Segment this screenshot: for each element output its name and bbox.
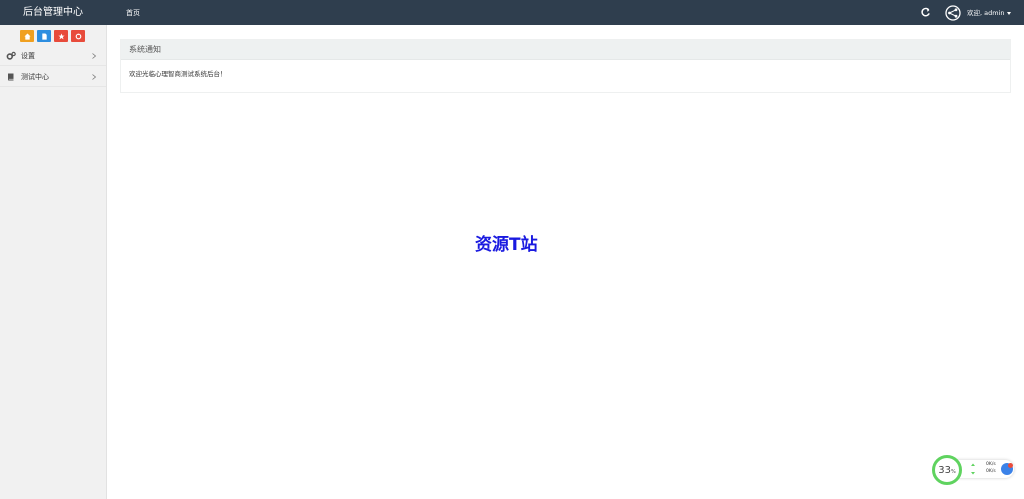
usage-percent-unit: % (950, 468, 956, 475)
usage-percent: 33 (938, 464, 951, 476)
speed-readout: 0K/s 0K/s (986, 462, 996, 475)
chevron-right-icon (92, 52, 97, 59)
shortcut-star-button[interactable] (54, 30, 68, 42)
top-bar: 后台管理中心 首页 欢迎, admin (0, 0, 1024, 25)
avatar-icon[interactable] (945, 5, 961, 21)
memory-usage-ring[interactable]: 33% (932, 455, 962, 485)
download-speed: 0K/s (986, 468, 996, 474)
nav-home-link[interactable]: 首页 (126, 0, 140, 25)
sidebar-item-label: 设置 (21, 51, 35, 60)
chevron-right-icon (92, 73, 97, 80)
accelerate-icon[interactable] (1001, 463, 1013, 475)
network-speed-widget[interactable]: 0K/s 0K/s 33% (932, 455, 1014, 485)
brand-title[interactable]: 后台管理中心 (0, 0, 106, 25)
welcome-text: 欢迎, admin (967, 9, 1005, 17)
book-icon (8, 73, 14, 80)
shortcut-home-button[interactable] (20, 30, 34, 42)
sidebar-item-settings[interactable]: 设置 (0, 46, 106, 66)
watermark-text: 资源T站 (475, 235, 538, 255)
up-down-arrows-icon (971, 463, 975, 475)
panel-title: 系统通知 (121, 40, 1010, 60)
shortcut-file-button[interactable] (37, 30, 51, 42)
sidebar-item-label: 测试中心 (21, 72, 49, 81)
panel-message: 欢迎光临心理智商测试系统后台！ (129, 70, 227, 78)
refresh-icon[interactable] (920, 7, 931, 18)
shortcut-bar (20, 30, 85, 43)
sidebar: 设置 测试中心 (0, 25, 107, 499)
gears-icon (6, 51, 16, 60)
sidebar-item-test-center[interactable]: 测试中心 (0, 67, 106, 87)
upload-speed: 0K/s (986, 462, 996, 467)
user-menu[interactable]: 欢迎, admin (967, 0, 1011, 25)
shortcut-recycle-button[interactable] (71, 30, 85, 42)
file-icon (41, 32, 47, 40)
star-icon (57, 32, 65, 39)
home-icon (23, 32, 31, 40)
recycle-icon (75, 33, 81, 39)
notice-panel: 系统通知 欢迎光临心理智商测试系统后台！ (120, 39, 1011, 93)
caret-down-icon (1006, 11, 1011, 15)
main-content: 系统通知 欢迎光临心理智商测试系统后台！ (107, 25, 1024, 499)
